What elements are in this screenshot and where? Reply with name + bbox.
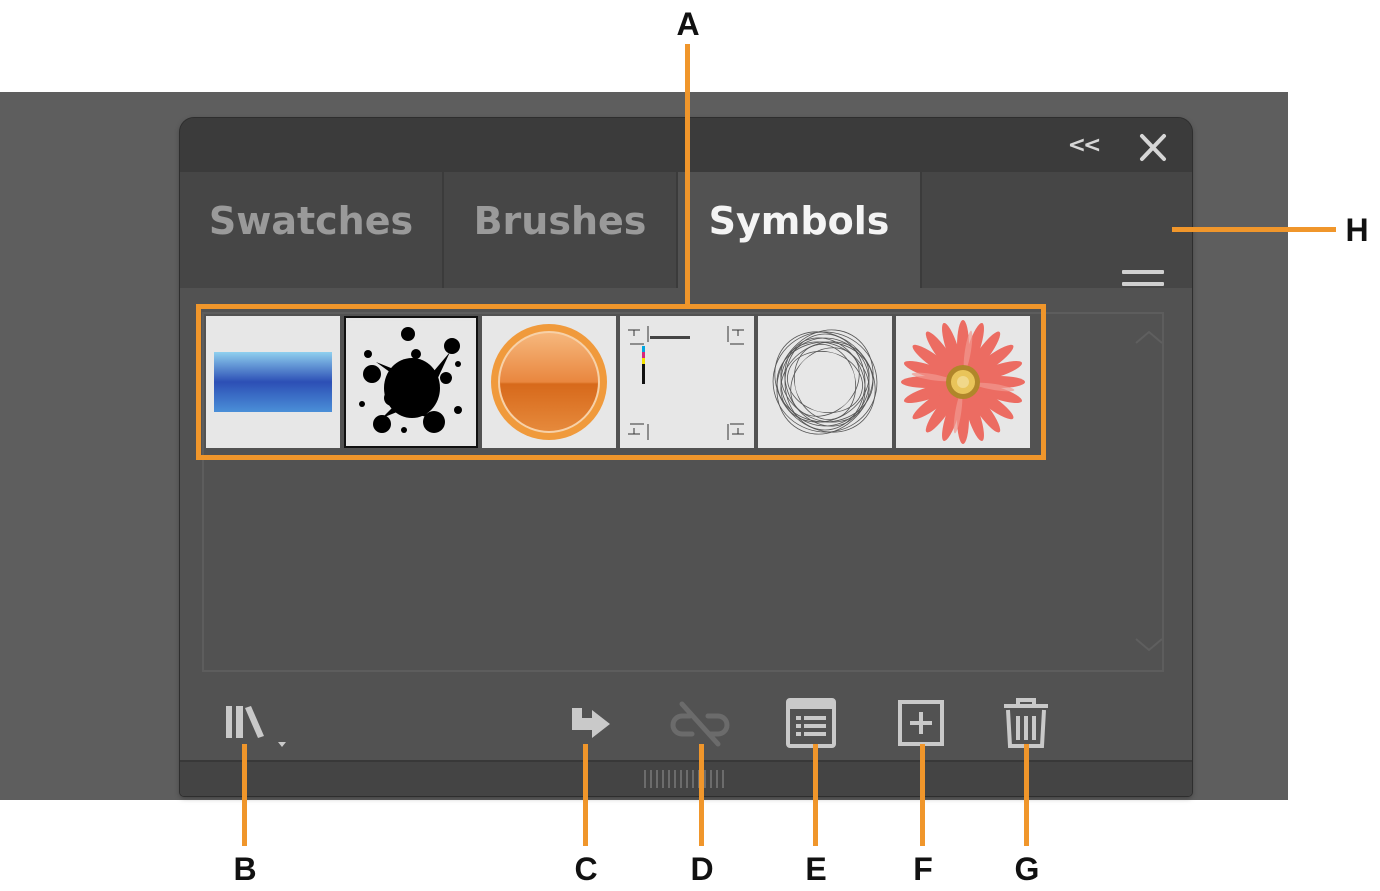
scroll-down-icon[interactable] (1134, 636, 1164, 654)
collapse-panel-button[interactable]: << (1066, 130, 1102, 162)
callout-label-h: H (1345, 212, 1369, 248)
resize-grip-icon[interactable] (644, 770, 728, 788)
callout-line-g (1024, 744, 1029, 846)
panel-footer (180, 678, 1192, 760)
callout-line-f (920, 744, 925, 846)
callout-label-b: B (233, 851, 257, 887)
symbol-options-icon[interactable] (782, 692, 842, 752)
callout-line-a (685, 44, 690, 306)
symbol-libraries-icon[interactable] (220, 692, 286, 752)
callout-line-c (583, 744, 588, 846)
delete-symbol-icon[interactable] (996, 692, 1056, 752)
tab-swatches[interactable]: Swatches (180, 172, 444, 288)
close-icon[interactable] (1136, 132, 1170, 164)
break-link-icon[interactable] (670, 692, 730, 752)
callout-line-h (1172, 227, 1336, 232)
callout-label-g: G (1014, 851, 1040, 887)
callout-line-d (699, 744, 704, 846)
panel-resize-bar[interactable] (180, 760, 1192, 796)
callout-label-e: E (805, 851, 827, 887)
tab-brushes[interactable]: Brushes (444, 172, 678, 288)
scroll-up-icon[interactable] (1134, 328, 1164, 346)
callout-label-a: A (676, 6, 700, 42)
tab-symbols[interactable]: Symbols (678, 172, 922, 290)
new-symbol-icon[interactable] (892, 692, 952, 752)
callout-box-a (196, 304, 1046, 460)
illustration-stage: << Swatches Brushes Symbols A H B C D E … (0, 0, 1380, 891)
callout-label-c: C (574, 851, 598, 887)
callout-label-d: D (690, 851, 714, 887)
place-symbol-icon[interactable] (564, 692, 624, 752)
callout-label-f: F (913, 851, 933, 887)
callout-line-e (813, 744, 818, 846)
callout-line-b (242, 744, 247, 846)
